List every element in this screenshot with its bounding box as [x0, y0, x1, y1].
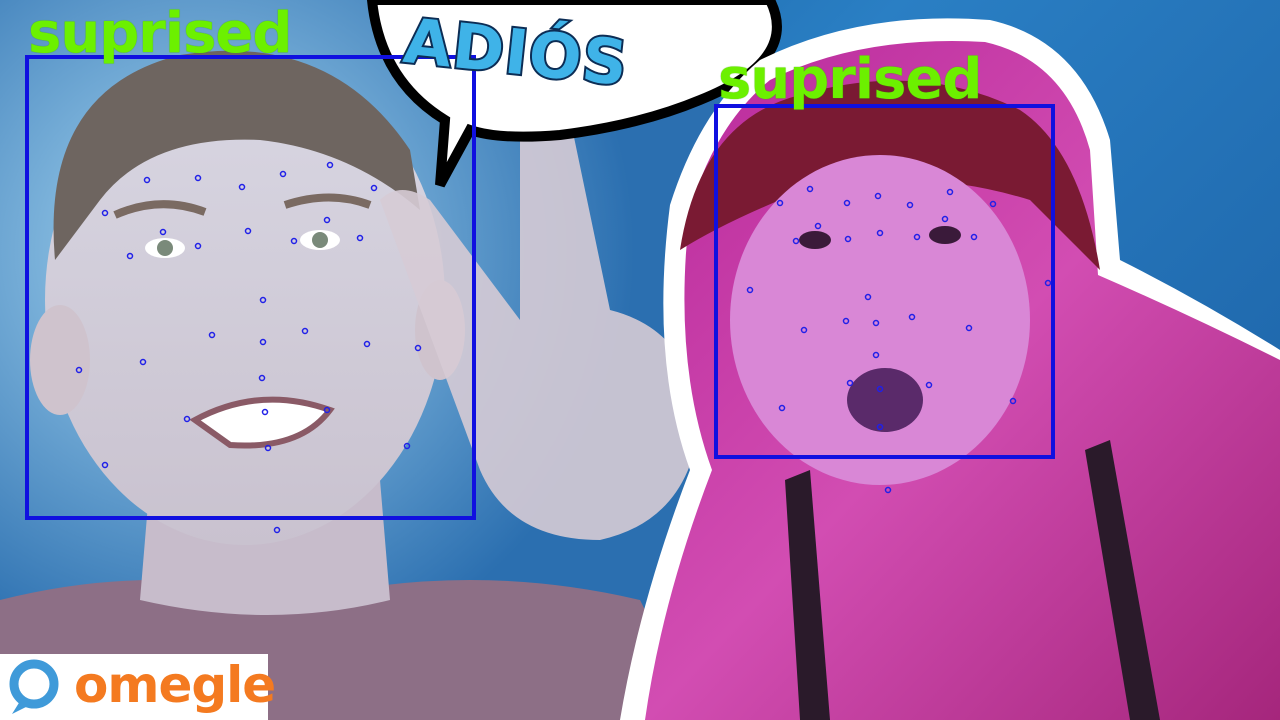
left-person-iris — [312, 232, 328, 248]
left-person-iris — [157, 240, 173, 256]
right-person-eye — [929, 226, 961, 244]
left-person-ear — [30, 305, 90, 415]
emotion-label-right: suprised — [718, 47, 982, 112]
scene-illustration — [0, 0, 1280, 720]
omegle-logo: omegle — [0, 654, 276, 720]
right-person-eye — [799, 231, 831, 249]
omegle-chat-icon — [9, 659, 59, 714]
thumbnail-scene: ADIÓS suprised suprised omegle — [0, 0, 1280, 720]
right-person-mouth — [847, 368, 923, 432]
omegle-logo-text: omegle — [74, 656, 276, 714]
right-person-face — [730, 155, 1030, 485]
emotion-label-left: suprised — [28, 1, 292, 66]
